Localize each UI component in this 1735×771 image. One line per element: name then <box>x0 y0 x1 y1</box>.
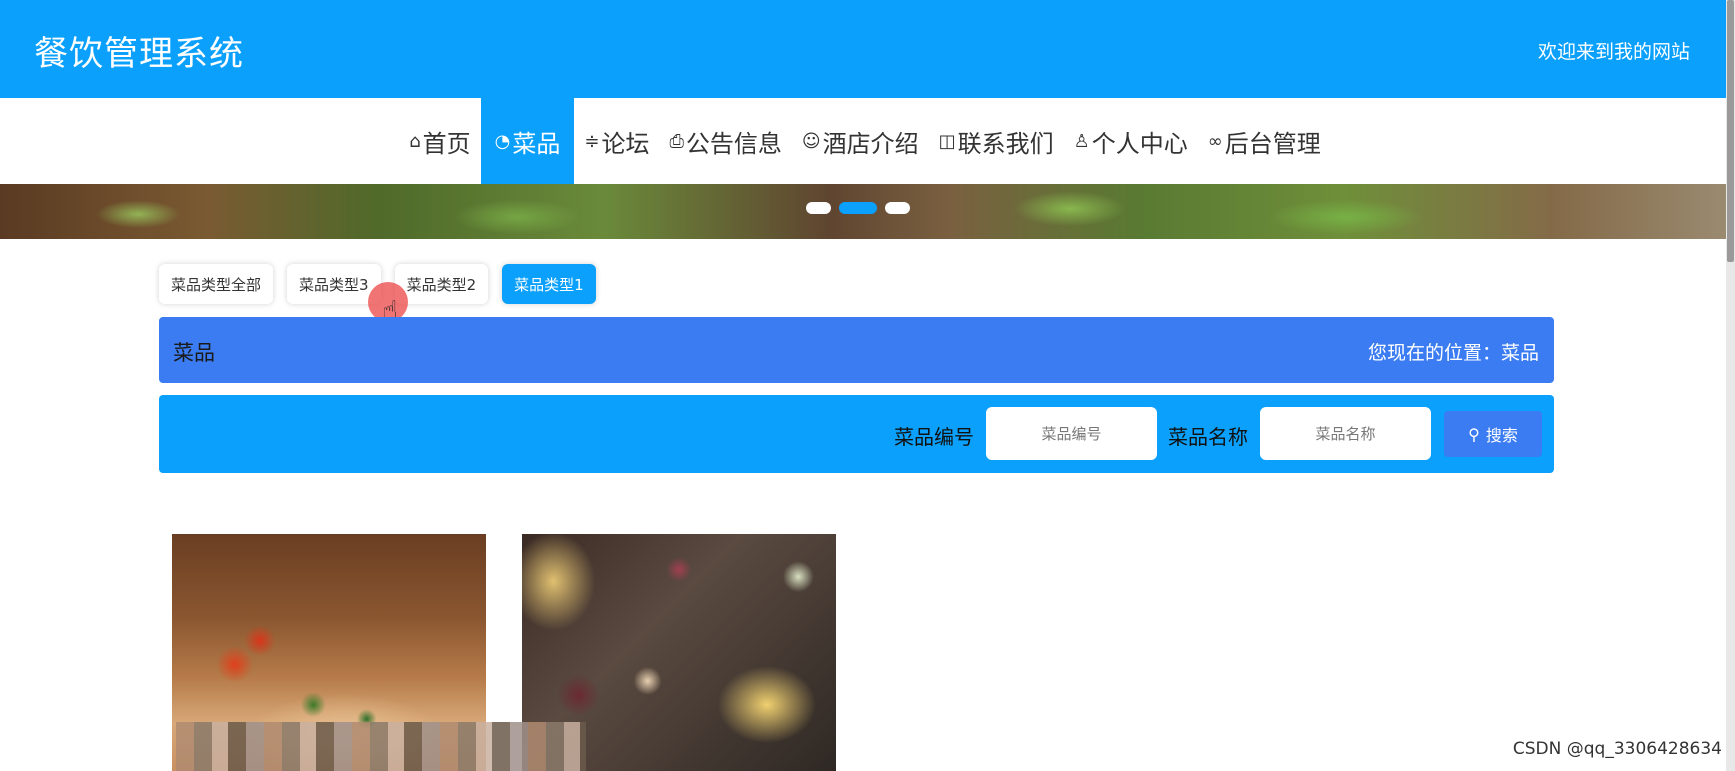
home-icon: ⌂ <box>409 130 421 152</box>
category-tab-all[interactable]: 菜品类型全部 <box>159 264 274 304</box>
dish-id-input[interactable] <box>986 407 1157 460</box>
nav-item-contact[interactable]: ◫ 联系我们 <box>929 98 1064 184</box>
nav-item-label: 论坛 <box>601 129 650 158</box>
carousel-dots <box>806 202 910 214</box>
sliders-icon: ≑ <box>584 130 600 152</box>
category-tab-2[interactable]: 菜品类型2 <box>394 264 489 304</box>
banner-carousel <box>0 184 1726 239</box>
nav-item-hotel[interactable]: ☺ 酒店介绍 <box>792 98 929 184</box>
watermark: CSDN @qq_3306428634 <box>1512 739 1722 759</box>
search-bar: 菜品编号 菜品名称 ⚲ 搜索 <box>159 395 1554 473</box>
search-button-label: 搜索 <box>1485 426 1518 445</box>
dish-name-input[interactable] <box>1260 407 1431 460</box>
site-title: 餐饮管理系统 <box>34 34 244 74</box>
carousel-dot-active[interactable] <box>839 202 877 214</box>
dish-id-label: 菜品编号 <box>894 425 974 449</box>
nav-item-label: 首页 <box>422 129 471 158</box>
site-header: 餐饮管理系统 欢迎来到我的网站 <box>0 0 1726 98</box>
scrollbar-thumb[interactable] <box>1727 0 1734 262</box>
nav-item-label: 菜品 <box>512 129 561 158</box>
page: 餐饮管理系统 欢迎来到我的网站 ⌂ 首页 ◔ 菜品 ≑ 论坛 ⎙ 公告信息 ☺ … <box>0 0 1735 771</box>
nav-item-profile[interactable]: ♙ 个人中心 <box>1064 98 1198 184</box>
nav-item-label: 联系我们 <box>957 129 1054 158</box>
pixelated-overlay <box>176 722 586 771</box>
link-icon: ∞ <box>1207 130 1223 152</box>
category-tab-1[interactable]: 菜品类型1 <box>502 264 596 304</box>
carousel-dot[interactable] <box>885 202 910 214</box>
carousel-dot[interactable] <box>806 202 831 214</box>
search-icon: ⚲ <box>1468 424 1480 444</box>
welcome-text: 欢迎来到我的网站 <box>1537 41 1690 63</box>
dish-name-label: 菜品名称 <box>1168 425 1248 449</box>
nav-item-forum[interactable]: ≑ 论坛 <box>574 98 659 184</box>
dashboard-icon: ◔ <box>494 130 511 152</box>
section-title-bar: 菜品 您现在的位置：菜品 <box>159 317 1554 383</box>
nav-item-label: 酒店介绍 <box>822 129 919 158</box>
scrollbar[interactable] <box>1726 0 1735 771</box>
contact-icon: ◫ <box>938 130 956 152</box>
face-icon: ☺ <box>801 130 821 152</box>
user-icon: ♙ <box>1073 130 1090 152</box>
search-button[interactable]: ⚲ 搜索 <box>1444 411 1542 457</box>
nav-item-notices[interactable]: ⎙ 公告信息 <box>659 98 791 184</box>
printer-icon: ⎙ <box>669 130 684 152</box>
section-title: 菜品 <box>173 341 215 365</box>
main-nav: ⌂ 首页 ◔ 菜品 ≑ 论坛 ⎙ 公告信息 ☺ 酒店介绍 ◫ 联系我们 ♙ 个人… <box>0 98 1726 184</box>
nav-item-label: 公告信息 <box>685 129 782 158</box>
nav-item-admin[interactable]: ∞ 后台管理 <box>1198 98 1331 184</box>
nav-item-label: 个人中心 <box>1091 129 1188 158</box>
nav-item-dishes[interactable]: ◔ 菜品 <box>480 98 575 184</box>
category-tab-3[interactable]: 菜品类型3 <box>287 264 381 304</box>
breadcrumb: 您现在的位置：菜品 <box>1367 342 1539 364</box>
nav-item-home[interactable]: ⌂ 首页 <box>399 98 480 184</box>
nav-item-label: 后台管理 <box>1224 129 1321 158</box>
